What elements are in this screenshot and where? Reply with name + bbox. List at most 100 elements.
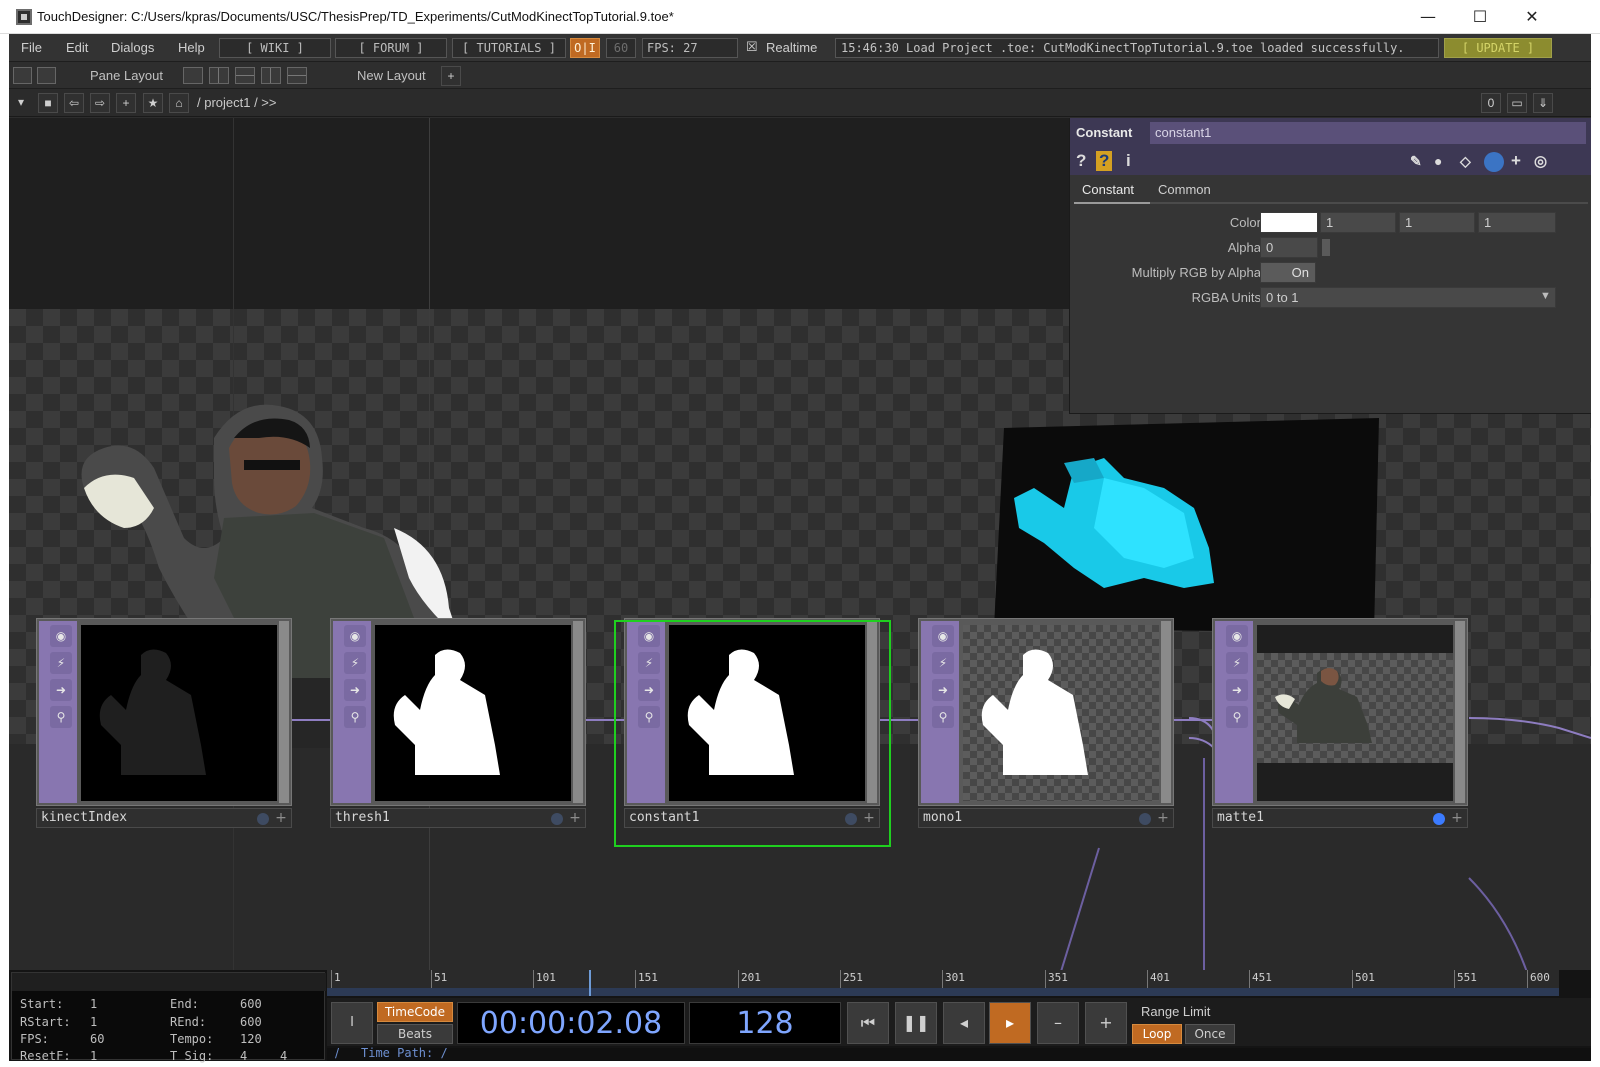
loop-button[interactable]: Loop xyxy=(1132,1024,1182,1044)
help-icon[interactable]: ? xyxy=(1076,151,1086,171)
step-minus-icon[interactable]: – xyxy=(1037,1002,1079,1044)
menu-help[interactable]: Help xyxy=(178,40,205,55)
node-name[interactable]: kinectIndex xyxy=(41,810,127,825)
node-name[interactable]: matte1 xyxy=(1217,810,1264,825)
end-value[interactable]: 600 xyxy=(240,997,262,1011)
star-icon[interactable]: ★ xyxy=(143,93,163,113)
new-layout-add-button[interactable]: + xyxy=(441,66,461,86)
node-add-icon[interactable]: + xyxy=(1155,809,1171,827)
color-g-field[interactable]: 1 xyxy=(1399,212,1475,233)
wiki-button[interactable]: [ WIKI ] xyxy=(219,38,331,58)
stop-icon[interactable]: ■ xyxy=(38,93,58,113)
start-value[interactable]: 1 xyxy=(90,997,97,1011)
node-matte1[interactable]: ◉ ⚡ ➜ ⚲ matte1 + xyxy=(1212,618,1468,834)
pause-icon[interactable]: ❚❚ xyxy=(895,1002,937,1044)
timeline-ruler[interactable]: 1 51 101 151 201 251 301 351 401 451 501… xyxy=(327,970,1559,988)
tempo-value[interactable]: 120 xyxy=(240,1032,262,1046)
i-button[interactable]: I xyxy=(331,1002,373,1044)
network-path[interactable]: / project1 / >> xyxy=(197,95,277,110)
playhead[interactable] xyxy=(589,970,591,996)
network-icon[interactable] xyxy=(37,67,56,84)
node-name[interactable]: thresh1 xyxy=(335,810,390,825)
viewer-toggle-icon[interactable]: ◉ xyxy=(1226,625,1248,647)
rend-value[interactable]: 600 xyxy=(240,1015,262,1029)
bypass-icon[interactable]: ⚡ xyxy=(50,652,72,674)
step-back-icon[interactable]: ◂ xyxy=(943,1002,985,1044)
multiply-rgb-toggle[interactable]: On xyxy=(1260,262,1316,283)
lock-icon[interactable]: ⚲ xyxy=(344,706,366,728)
pane-menu-dropdown-icon[interactable]: ▾ xyxy=(11,93,31,113)
download-icon[interactable]: ⇓ xyxy=(1533,93,1553,113)
oi-toggle[interactable]: O|I xyxy=(570,38,600,58)
viewer-icon[interactable] xyxy=(13,67,32,84)
python-help-icon[interactable]: ? xyxy=(1096,151,1113,171)
realtime-checkbox[interactable]: ☒ xyxy=(746,39,758,55)
color-swatch[interactable] xyxy=(1260,212,1318,233)
beats-mode-button[interactable]: Beats xyxy=(377,1024,453,1044)
display-icon[interactable]: ➜ xyxy=(344,679,366,701)
viewer-toggle-icon[interactable]: ◉ xyxy=(344,625,366,647)
node-flag-icon[interactable] xyxy=(551,813,563,825)
resetf-value[interactable]: 1 xyxy=(90,1049,97,1063)
add-parameter-icon[interactable]: + xyxy=(1511,151,1521,171)
node-add-icon[interactable]: + xyxy=(1449,809,1465,827)
display-icon[interactable]: ➜ xyxy=(50,679,72,701)
node-name[interactable]: mono1 xyxy=(923,810,962,825)
back-icon[interactable]: ⇦ xyxy=(64,93,84,113)
time-path-slash[interactable]: / xyxy=(335,1046,339,1060)
bypass-icon[interactable]: ⚡ xyxy=(1226,652,1248,674)
viewer-toggle-icon[interactable]: ◉ xyxy=(932,625,954,647)
tab-common[interactable]: Common xyxy=(1158,182,1211,197)
zero-button[interactable]: 0 xyxy=(1481,93,1501,113)
play-icon[interactable]: ▸ xyxy=(989,1002,1031,1044)
display-icon[interactable]: ➜ xyxy=(1226,679,1248,701)
layout-split-vertical-icon[interactable] xyxy=(209,67,229,84)
menu-dialogs[interactable]: Dialogs xyxy=(111,40,154,55)
layout-quad-icon[interactable] xyxy=(287,67,307,84)
color-r-field[interactable]: 1 xyxy=(1320,212,1396,233)
fps-value[interactable]: 60 xyxy=(90,1032,104,1046)
forward-icon[interactable]: ⇨ xyxy=(90,93,110,113)
menu-edit[interactable]: Edit xyxy=(66,40,88,55)
layout-single-icon[interactable] xyxy=(183,67,203,84)
python-icon[interactable] xyxy=(1484,152,1504,172)
node-add-icon[interactable]: + xyxy=(567,809,583,827)
info-icon[interactable]: i xyxy=(1126,151,1131,171)
comment-icon[interactable]: ● xyxy=(1434,153,1442,169)
bypass-icon[interactable]: ⚡ xyxy=(344,652,366,674)
lock-icon[interactable]: ⚲ xyxy=(50,706,72,728)
node-kinectindex[interactable]: ◉ ⚡ ➜ ⚲ kinectIndex + xyxy=(36,618,292,834)
close-button[interactable]: ✕ xyxy=(1506,0,1558,34)
once-button[interactable]: Once xyxy=(1185,1024,1235,1044)
lock-icon[interactable]: ⚲ xyxy=(1226,706,1248,728)
viewer-toggle-icon[interactable]: ◉ xyxy=(50,625,72,647)
tsig-denominator[interactable]: 4 xyxy=(280,1049,287,1063)
node-mono1[interactable]: ◉ ⚡ ➜ ⚲ mono1 + xyxy=(918,618,1174,834)
menu-file[interactable]: File xyxy=(21,40,42,55)
minimize-button[interactable]: — xyxy=(1402,0,1454,34)
maximize-button[interactable]: ☐ xyxy=(1454,0,1506,34)
node-flag-icon[interactable] xyxy=(257,813,269,825)
frame-display[interactable]: 128 xyxy=(689,1002,841,1044)
timecode-mode-button[interactable]: TimeCode xyxy=(377,1002,453,1022)
timecode-display[interactable]: 00:00:02.08 xyxy=(457,1002,685,1044)
forum-button[interactable]: [ FORUM ] xyxy=(335,38,447,58)
range-bar[interactable] xyxy=(327,988,1559,996)
node-thresh1[interactable]: ◉ ⚡ ➜ ⚲ thresh1 + xyxy=(330,618,586,834)
tutorials-button[interactable]: [ TUTORIALS ] xyxy=(452,38,566,58)
layout-split-horizontal-icon[interactable] xyxy=(235,67,255,84)
node-add-icon[interactable]: + xyxy=(273,809,289,827)
lock-icon[interactable]: ⚲ xyxy=(932,706,954,728)
alpha-slider-handle[interactable] xyxy=(1322,239,1330,256)
window-icon[interactable]: ▭ xyxy=(1507,93,1527,113)
layout-triple-icon[interactable] xyxy=(261,67,281,84)
display-icon[interactable]: ➜ xyxy=(932,679,954,701)
step-plus-icon[interactable]: + xyxy=(1085,1002,1127,1044)
edit-icon[interactable]: ✎ xyxy=(1410,153,1422,170)
home-icon[interactable]: ⌂ xyxy=(169,93,189,113)
target-icon[interactable]: ◎ xyxy=(1534,152,1547,170)
rgba-units-dropdown[interactable]: 0 to 1 xyxy=(1260,287,1556,308)
tsig-numerator[interactable]: 4 xyxy=(240,1049,247,1063)
eraser-icon[interactable]: ◇ xyxy=(1460,153,1471,170)
tab-constant[interactable]: Constant xyxy=(1082,182,1134,197)
